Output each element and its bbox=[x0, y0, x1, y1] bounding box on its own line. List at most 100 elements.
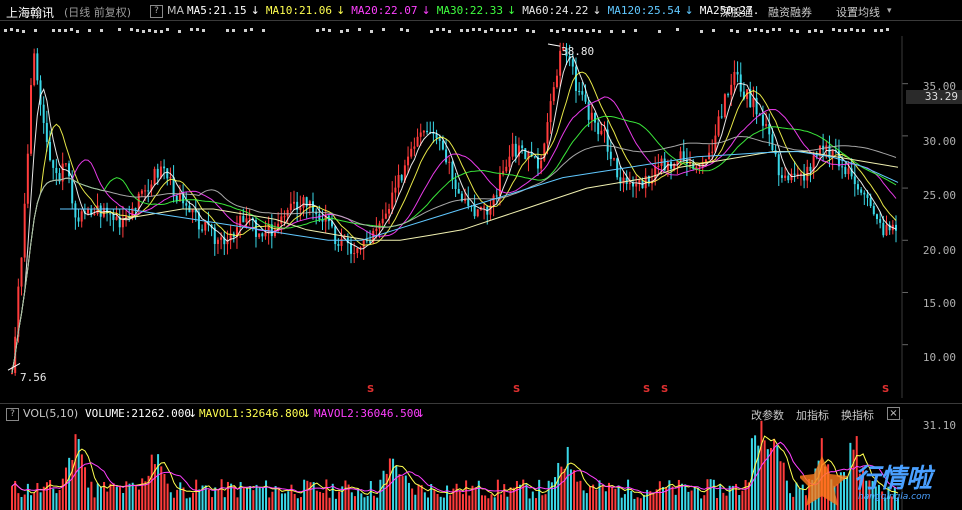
candle-body bbox=[36, 53, 39, 81]
event-s-marker[interactable]: S bbox=[367, 384, 374, 395]
volume-bar bbox=[700, 498, 703, 510]
event-dot bbox=[634, 29, 637, 32]
volume-bar bbox=[166, 483, 169, 510]
volume-bar bbox=[122, 493, 125, 510]
volume-bar bbox=[363, 497, 366, 510]
volume-bar bbox=[185, 498, 188, 510]
volume-bar bbox=[68, 457, 71, 510]
volume-bar bbox=[249, 486, 252, 510]
chevron-down-icon[interactable]: ▾ bbox=[887, 6, 892, 16]
candle-body bbox=[410, 148, 413, 157]
candle-body bbox=[476, 209, 479, 217]
event-dot bbox=[790, 29, 793, 32]
candle-body bbox=[441, 140, 444, 150]
candle-body bbox=[457, 188, 460, 194]
volume-bar bbox=[271, 491, 274, 510]
candle-body bbox=[736, 71, 739, 75]
candle-body bbox=[720, 116, 723, 118]
candle-body bbox=[26, 153, 29, 204]
volume-bar bbox=[99, 486, 102, 510]
candle-body bbox=[533, 156, 536, 158]
volume-bar bbox=[331, 483, 334, 510]
candle-body bbox=[752, 97, 755, 108]
candle-body bbox=[30, 85, 33, 154]
candle-body bbox=[445, 149, 448, 163]
candle-body bbox=[847, 168, 850, 175]
volume-bar bbox=[576, 481, 579, 510]
candle-body bbox=[292, 201, 295, 204]
stock-chart-window: 上海翰讯 (日线 前复权) ? MA MA5:21.15 ↓ MA10:21.06 ↓… bbox=[0, 0, 962, 510]
margin-trading-button[interactable]: 融资融券 bbox=[768, 4, 812, 20]
volume-bar bbox=[585, 493, 588, 510]
candle-body bbox=[730, 84, 733, 95]
event-dot bbox=[346, 29, 349, 32]
volume-bar bbox=[14, 480, 17, 510]
event-dot bbox=[886, 28, 889, 31]
candle-body bbox=[416, 136, 419, 147]
event-dot bbox=[196, 28, 199, 31]
event-dot bbox=[88, 29, 91, 32]
volume-bar bbox=[379, 479, 382, 510]
event-dot bbox=[262, 29, 265, 32]
candle-body bbox=[400, 175, 403, 181]
event-dot bbox=[730, 29, 733, 32]
candle-body bbox=[508, 156, 511, 167]
volume-bar bbox=[385, 473, 388, 510]
event-dot bbox=[478, 28, 481, 31]
volume-bar bbox=[554, 477, 557, 510]
volume-bar bbox=[376, 497, 379, 510]
volume-bar bbox=[715, 497, 718, 510]
candle-body bbox=[407, 156, 410, 166]
volume-bar bbox=[687, 491, 690, 510]
ma-item: MA30:22.33 bbox=[436, 4, 503, 17]
event-s-marker[interactable]: S bbox=[661, 384, 668, 395]
event-dot bbox=[322, 28, 325, 31]
volume-bar bbox=[779, 461, 782, 510]
event-dot bbox=[820, 30, 823, 33]
candle-body bbox=[381, 218, 384, 224]
volume-bar bbox=[58, 490, 61, 510]
event-dot bbox=[550, 29, 553, 32]
event-dot bbox=[436, 28, 439, 31]
event-dot bbox=[130, 28, 133, 31]
candle-body bbox=[308, 201, 311, 207]
event-s-marker[interactable]: S bbox=[643, 384, 650, 395]
volume-bar bbox=[179, 482, 182, 510]
event-s-marker[interactable]: S bbox=[882, 384, 889, 395]
event-dot bbox=[160, 30, 163, 33]
volume-bar bbox=[357, 488, 360, 510]
volume-bar bbox=[544, 494, 547, 510]
event-s-marker[interactable]: S bbox=[513, 384, 520, 395]
candle-body bbox=[52, 160, 55, 168]
candle-body bbox=[780, 175, 783, 178]
ma-label: MA bbox=[167, 4, 185, 17]
candle-body bbox=[600, 130, 603, 135]
volume-bar bbox=[423, 492, 426, 510]
volume-bar bbox=[436, 493, 439, 510]
candle-body bbox=[657, 165, 660, 167]
volume-bar bbox=[265, 480, 268, 510]
event-dot bbox=[514, 28, 517, 31]
event-dot bbox=[142, 30, 145, 33]
event-dot bbox=[532, 30, 535, 33]
event-dot bbox=[406, 29, 409, 32]
event-dot bbox=[484, 30, 487, 33]
help-icon[interactable]: ? bbox=[150, 5, 163, 18]
set-ma-button[interactable]: 设置均线 bbox=[836, 4, 880, 20]
volume-bar bbox=[398, 474, 401, 510]
volume-bar bbox=[611, 486, 614, 510]
shenzhen-connect-label[interactable]: 深股通 bbox=[720, 4, 753, 20]
ma-item: MA5:21.15 bbox=[187, 4, 247, 17]
candle-body bbox=[394, 187, 397, 193]
event-dot bbox=[838, 29, 841, 32]
volume-bar bbox=[338, 491, 341, 510]
volume-bar bbox=[652, 493, 655, 510]
volume-bar bbox=[709, 479, 712, 510]
candle-body bbox=[454, 179, 457, 189]
candle-body bbox=[20, 257, 23, 287]
event-dot bbox=[880, 29, 883, 32]
current-price-tag: 33.29 bbox=[906, 90, 962, 104]
volume-bar bbox=[477, 480, 480, 510]
candle-body bbox=[793, 173, 796, 175]
candle-body bbox=[33, 53, 36, 86]
